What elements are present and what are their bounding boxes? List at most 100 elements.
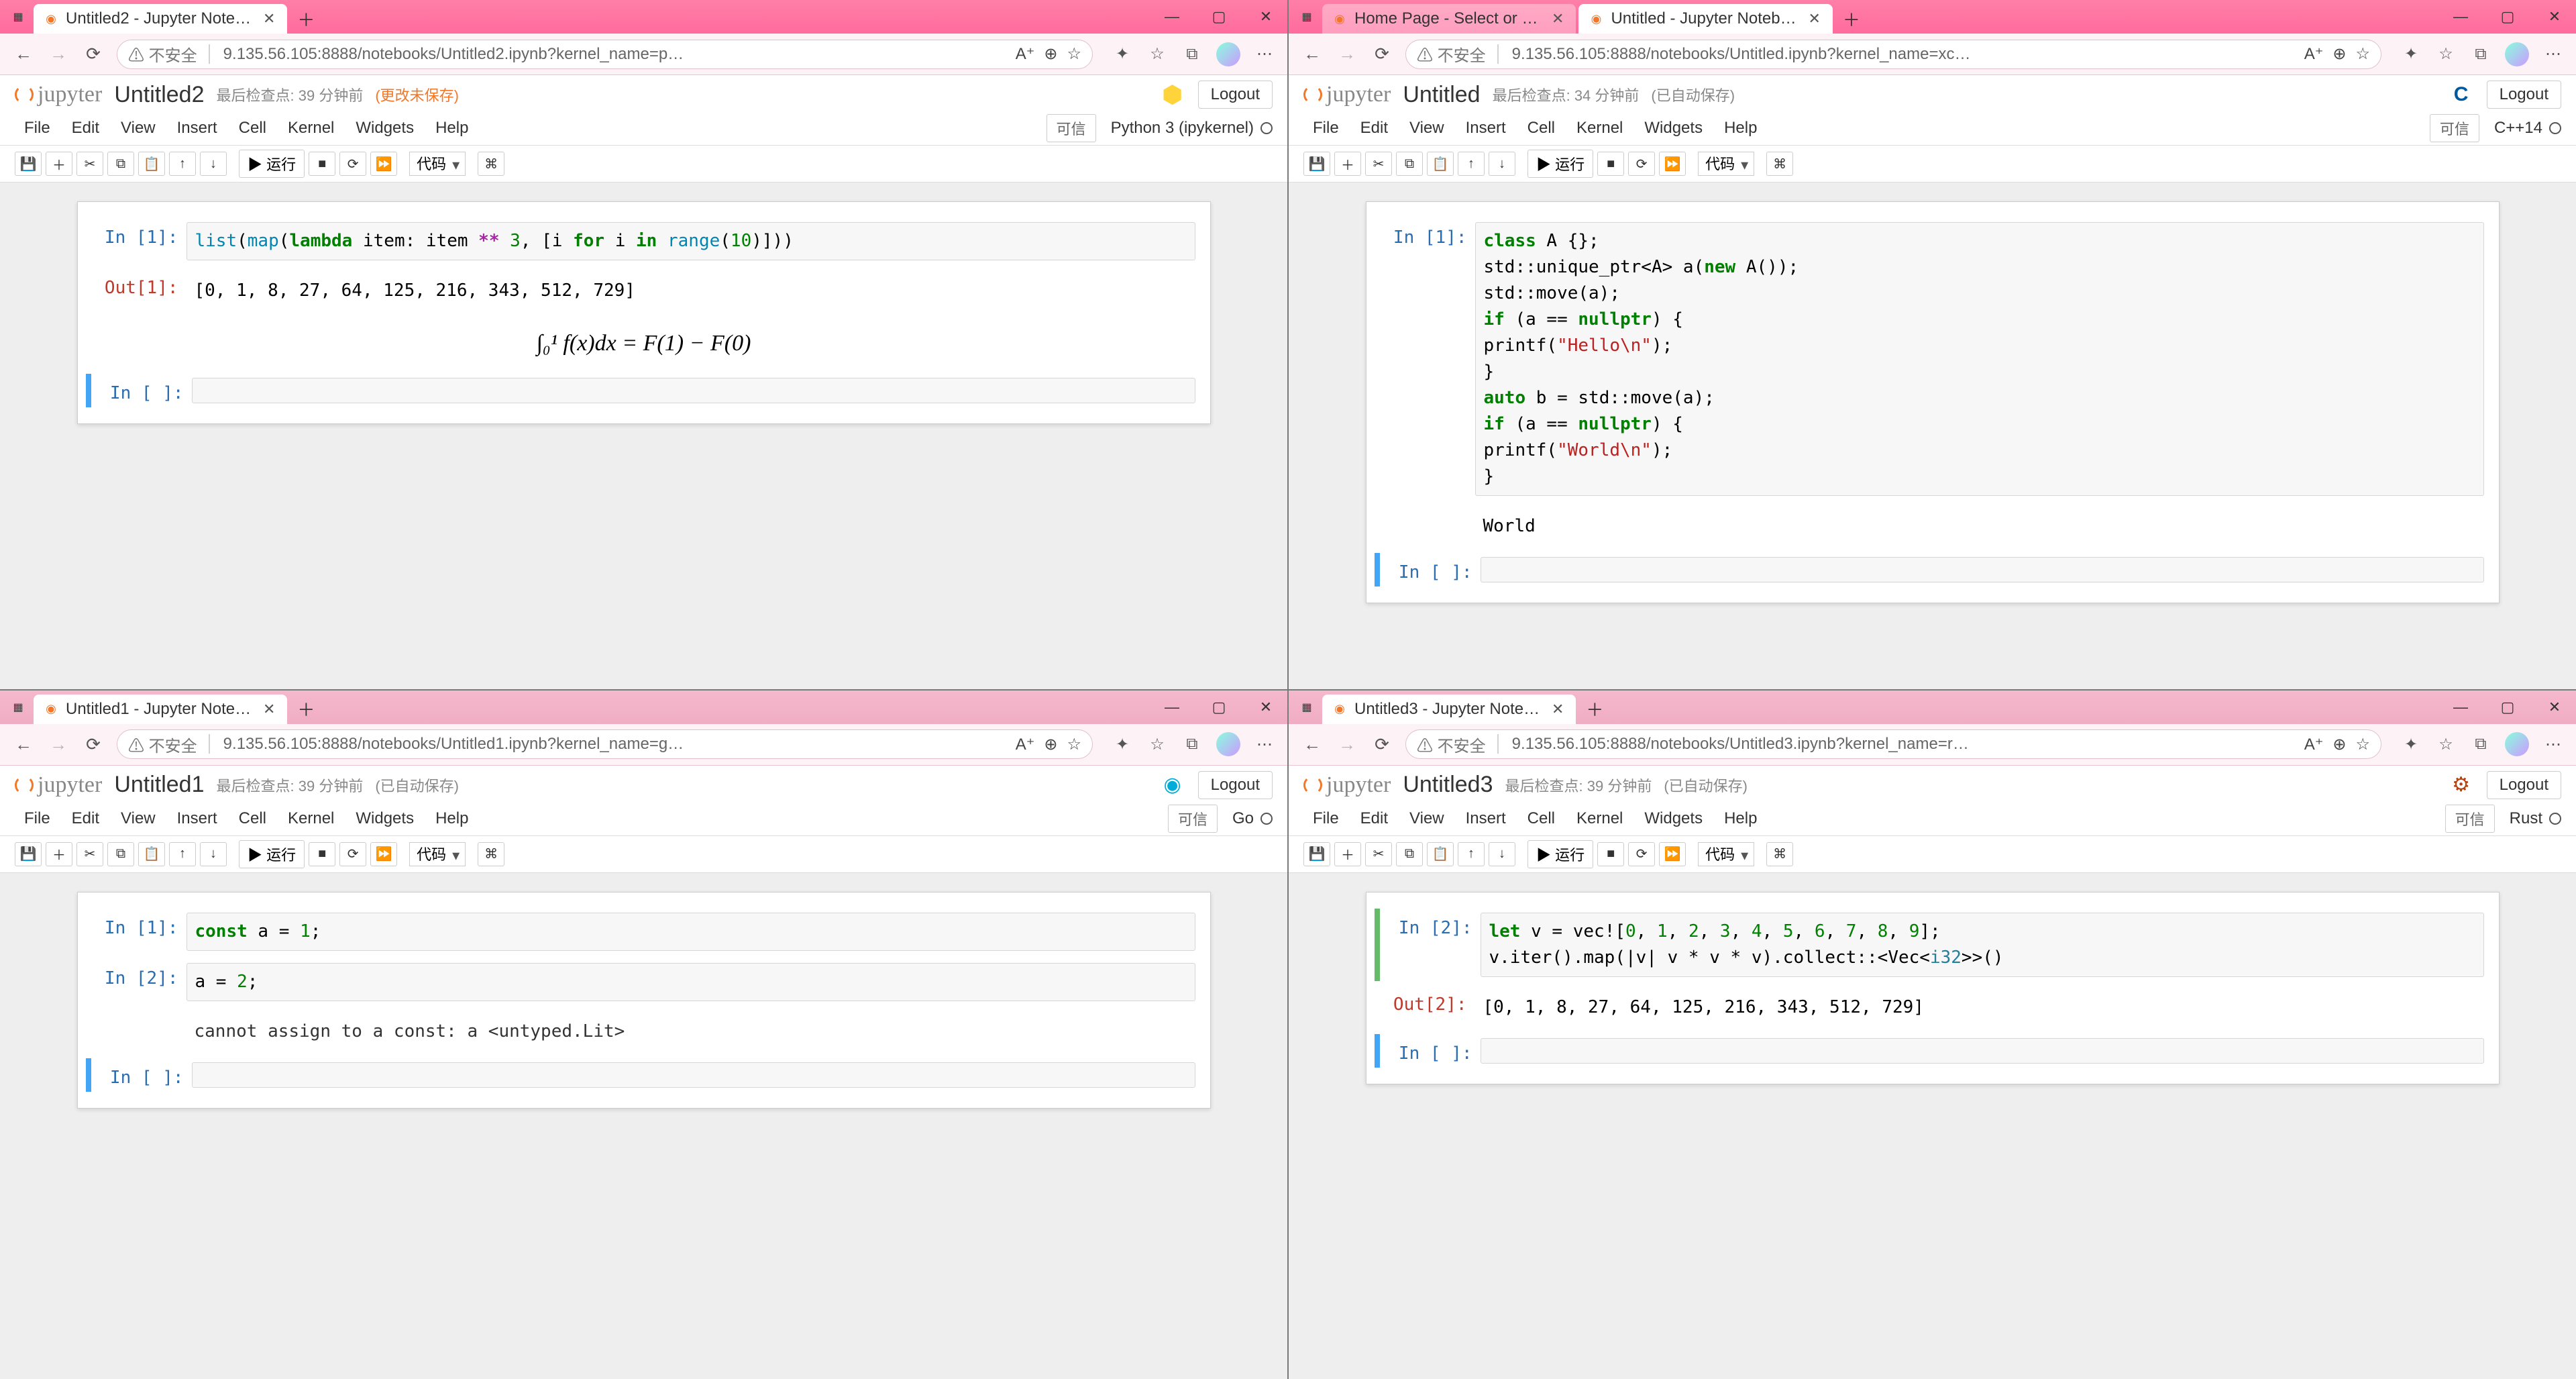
sidebar-toggle-icon[interactable]: ▦ — [1297, 7, 1317, 27]
empty-code-cell[interactable]: In [ ]: — [86, 374, 1202, 407]
stop-icon[interactable]: ■ — [309, 152, 335, 176]
up-icon[interactable]: ↑ — [1458, 842, 1485, 866]
cut-icon[interactable]: ✂ — [76, 152, 103, 176]
add-icon[interactable]: ＋ — [46, 842, 72, 866]
tab-close-icon[interactable]: ✕ — [260, 10, 278, 28]
add-icon[interactable]: ＋ — [1334, 152, 1361, 176]
new-tab-button[interactable]: ＋ — [294, 7, 318, 31]
favorite-icon[interactable]: ☆ — [1067, 44, 1081, 64]
code-cell[interactable]: In [2]: a = 2; — [86, 959, 1202, 1005]
menu-insert[interactable]: Insert — [1456, 115, 1515, 142]
menu-help[interactable]: Help — [426, 805, 478, 832]
minimize-icon[interactable]: — — [1159, 697, 1185, 717]
save-icon[interactable]: 💾 — [15, 842, 42, 866]
jupyter-logo[interactable]: jupyter — [15, 772, 102, 798]
add-icon[interactable]: ＋ — [46, 152, 72, 176]
menu-widgets[interactable]: Widgets — [346, 115, 423, 142]
command-palette-icon[interactable]: ⌘ — [478, 842, 504, 866]
menu-kernel[interactable]: Kernel — [1567, 115, 1632, 142]
cut-icon[interactable]: ✂ — [1365, 152, 1392, 176]
favorite-icon[interactable]: ☆ — [2355, 735, 2370, 754]
refresh-icon[interactable]: ⟳ — [82, 733, 105, 756]
refresh-icon[interactable]: ⟳ — [1371, 733, 1393, 756]
minimize-icon[interactable]: — — [2447, 697, 2474, 717]
extensions-icon[interactable]: ✦ — [1112, 44, 1133, 65]
maximize-icon[interactable]: ▢ — [1205, 7, 1232, 27]
restart-icon[interactable]: ⟳ — [1628, 842, 1655, 866]
tab-close-icon[interactable]: ✕ — [1549, 701, 1566, 718]
menu-edit[interactable]: Edit — [62, 805, 109, 832]
command-palette-icon[interactable]: ⌘ — [1766, 152, 1793, 176]
forward-icon[interactable]: → — [1336, 733, 1358, 756]
browser-tab[interactable]: ◉ Home Page - Select or create a … ✕ — [1322, 4, 1576, 34]
logout-button[interactable]: Logout — [2487, 81, 2561, 109]
fastforward-icon[interactable]: ⏩ — [1659, 842, 1686, 866]
code-cell[interactable]: In [1]: list(map(lambda item: item ** 3,… — [86, 218, 1202, 264]
paste-icon[interactable]: 📋 — [138, 152, 165, 176]
down-icon[interactable]: ↓ — [200, 152, 227, 176]
browser-tab[interactable]: ◉ Untitled - Jupyter Notebook ✕ — [1578, 4, 1832, 34]
copy-icon[interactable]: ⧉ — [1396, 152, 1423, 176]
code-content[interactable] — [192, 378, 1195, 403]
empty-code-cell[interactable]: In [ ]: — [86, 1058, 1202, 1092]
tab-close-icon[interactable]: ✕ — [1549, 10, 1566, 28]
copy-icon[interactable]: ⧉ — [107, 842, 134, 866]
more-icon[interactable]: ⋯ — [1254, 44, 1275, 65]
menu-cell[interactable]: Cell — [229, 805, 276, 832]
add-icon[interactable]: ＋ — [1334, 842, 1361, 866]
tab-close-icon[interactable]: ✕ — [260, 701, 278, 718]
fastforward-icon[interactable]: ⏩ — [370, 842, 397, 866]
run-button[interactable]: ▶ 运行 — [1527, 150, 1593, 178]
read-aloud-icon[interactable]: A⁺ — [1016, 44, 1035, 64]
celltype-select[interactable]: 代码 — [1698, 152, 1754, 176]
menu-view[interactable]: View — [1400, 115, 1454, 142]
cut-icon[interactable]: ✂ — [76, 842, 103, 866]
empty-code-cell[interactable]: In [ ]: — [1375, 1034, 2491, 1068]
sidebar-toggle-icon[interactable]: ▦ — [8, 697, 28, 717]
code-content[interactable] — [1481, 557, 2484, 582]
zoom-icon[interactable]: ⊕ — [1044, 44, 1057, 64]
url-field[interactable]: ⚠ 不安全 │ 9.135.56.105:8888/notebooks/Unti… — [1405, 40, 2381, 69]
menu-cell[interactable]: Cell — [229, 115, 276, 142]
minimize-icon[interactable]: — — [1159, 7, 1185, 27]
menu-kernel[interactable]: Kernel — [1567, 805, 1632, 832]
menu-insert[interactable]: Insert — [1456, 805, 1515, 832]
restart-icon[interactable]: ⟳ — [339, 842, 366, 866]
url-field[interactable]: ⚠ 不安全 │ 9.135.56.105:8888/notebooks/Unti… — [1405, 729, 2381, 759]
collections-icon[interactable]: ⧉ — [2470, 733, 2491, 755]
code-cell[interactable]: In [2]: let v = vec![0, 1, 2, 3, 4, 5, 6… — [1375, 909, 2491, 981]
url-field[interactable]: ⚠ 不安全 │ 9.135.56.105:8888/notebooks/Unti… — [117, 729, 1093, 759]
back-icon[interactable]: ← — [1301, 43, 1324, 66]
read-aloud-icon[interactable]: A⁺ — [2304, 44, 2324, 64]
celltype-select[interactable]: 代码 — [1698, 842, 1754, 866]
kernel-name[interactable]: Go — [1232, 809, 1273, 828]
forward-icon[interactable]: → — [1336, 43, 1358, 66]
menu-file[interactable]: File — [15, 805, 60, 832]
save-icon[interactable]: 💾 — [1303, 152, 1330, 176]
profile-avatar[interactable] — [2505, 42, 2529, 66]
down-icon[interactable]: ↓ — [200, 842, 227, 866]
back-icon[interactable]: ← — [12, 43, 35, 66]
down-icon[interactable]: ↓ — [1489, 842, 1515, 866]
logout-button[interactable]: Logout — [2487, 771, 2561, 799]
restart-icon[interactable]: ⟳ — [1628, 152, 1655, 176]
logout-button[interactable]: Logout — [1198, 81, 1273, 109]
menu-view[interactable]: View — [111, 805, 165, 832]
browser-tab[interactable]: ◉ Untitled1 - Jupyter Notebook ✕ — [34, 695, 287, 724]
favorites-icon[interactable]: ☆ — [1146, 733, 1168, 755]
back-icon[interactable]: ← — [12, 733, 35, 756]
minimize-icon[interactable]: — — [2447, 7, 2474, 27]
jupyter-logo[interactable]: jupyter — [1303, 772, 1391, 798]
menu-cell[interactable]: Cell — [1518, 115, 1564, 142]
sidebar-toggle-icon[interactable]: ▦ — [8, 7, 28, 27]
refresh-icon[interactable]: ⟳ — [1371, 43, 1393, 66]
kernel-name[interactable]: C++14 — [2494, 119, 2561, 138]
stop-icon[interactable]: ■ — [1597, 842, 1624, 866]
back-icon[interactable]: ← — [1301, 733, 1324, 756]
celltype-select[interactable]: 代码 — [409, 842, 466, 866]
copy-icon[interactable]: ⧉ — [1396, 842, 1423, 866]
profile-avatar[interactable] — [2505, 732, 2529, 756]
refresh-icon[interactable]: ⟳ — [82, 43, 105, 66]
menu-edit[interactable]: Edit — [62, 115, 109, 142]
close-icon[interactable]: ✕ — [1252, 7, 1279, 27]
